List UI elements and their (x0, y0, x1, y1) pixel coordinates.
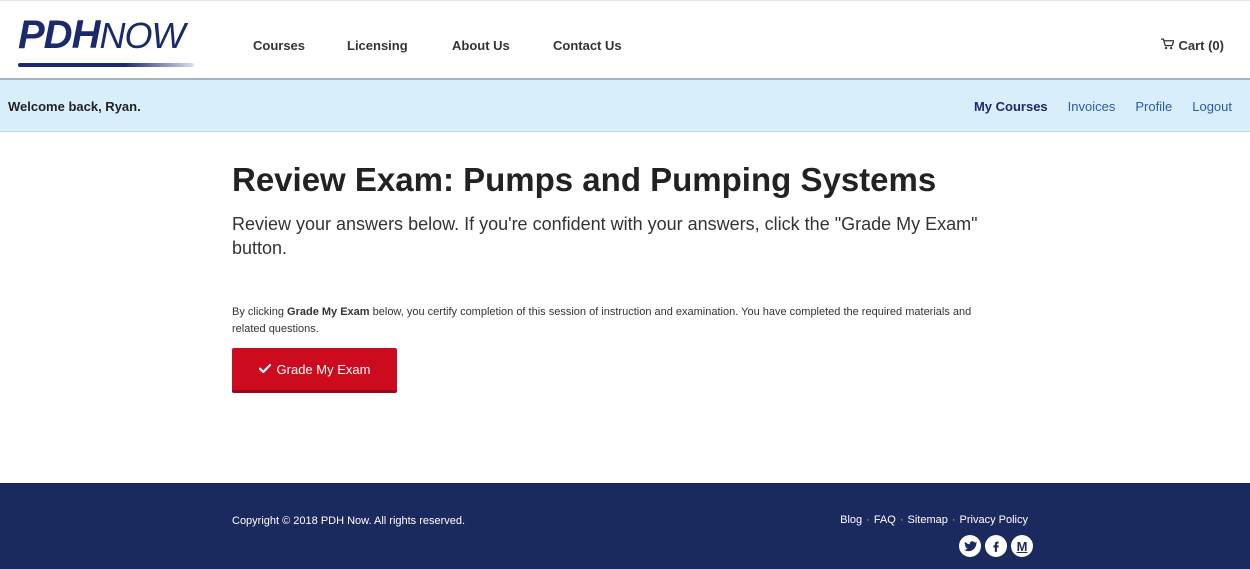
invoices-link[interactable]: Invoices (1068, 99, 1116, 114)
footer-links: Blog · FAQ · Sitemap · Privacy Policy (840, 514, 1028, 526)
facebook-icon[interactable] (985, 535, 1007, 557)
cart-label: Cart (0) (1178, 38, 1224, 53)
page-title: Review Exam: Pumps and Pumping Systems (232, 161, 937, 198)
certification-text: By clicking Grade My Exam below, you cer… (232, 304, 1002, 338)
nav-about-us[interactable]: About Us (452, 38, 510, 53)
twitter-icon[interactable] (959, 535, 981, 557)
grade-my-exam-button[interactable]: Grade My Exam (232, 348, 397, 393)
site-footer: Copyright © 2018 PDH Now. All rights res… (0, 483, 1250, 569)
account-bar: Welcome back, Ryan. My Courses Invoices … (0, 80, 1250, 132)
grade-button-label: Grade My Exam (276, 361, 371, 377)
nav-courses[interactable]: Courses (253, 38, 305, 53)
cart-icon (1161, 38, 1176, 53)
welcome-message: Welcome back, Ryan. (8, 99, 141, 114)
certify-bold: Grade My Exam (287, 306, 370, 318)
pdh-now-logo[interactable]: PDHNOW (18, 15, 194, 69)
logo-text-bold: PDH (18, 13, 100, 57)
account-links: My Courses Invoices Profile Logout (974, 99, 1232, 114)
footer-privacy-policy-link[interactable]: Privacy Policy (960, 514, 1028, 526)
logo-swoosh (18, 63, 194, 67)
nav-licensing[interactable]: Licensing (347, 38, 408, 53)
medium-icon[interactable]: M (1011, 535, 1033, 557)
cart-link[interactable]: Cart (0) (1161, 38, 1224, 53)
certify-prefix: By clicking (232, 306, 288, 318)
site-header: PDHNOW Courses Licensing About Us Contac… (0, 0, 1250, 80)
footer-faq-link[interactable]: FAQ (874, 514, 896, 526)
my-courses-link[interactable]: My Courses (974, 99, 1048, 114)
main-content: Review Exam: Pumps and Pumping Systems R… (232, 160, 1012, 393)
logo-text-light: NOW (99, 15, 185, 56)
profile-link[interactable]: Profile (1135, 99, 1172, 114)
footer-separator: · (899, 514, 904, 526)
nav-contact-us[interactable]: Contact Us (553, 38, 622, 53)
footer-separator: · (951, 514, 956, 526)
social-links: M (959, 535, 1033, 557)
footer-blog-link[interactable]: Blog (840, 514, 862, 526)
logout-link[interactable]: Logout (1192, 99, 1232, 114)
page-subtitle: Review your answers below. If you're con… (232, 214, 978, 258)
footer-sitemap-link[interactable]: Sitemap (908, 514, 948, 526)
footer-separator: · (866, 514, 870, 526)
checkmark-icon (258, 362, 271, 377)
copyright-text: Copyright © 2018 PDH Now. All rights res… (232, 515, 466, 527)
